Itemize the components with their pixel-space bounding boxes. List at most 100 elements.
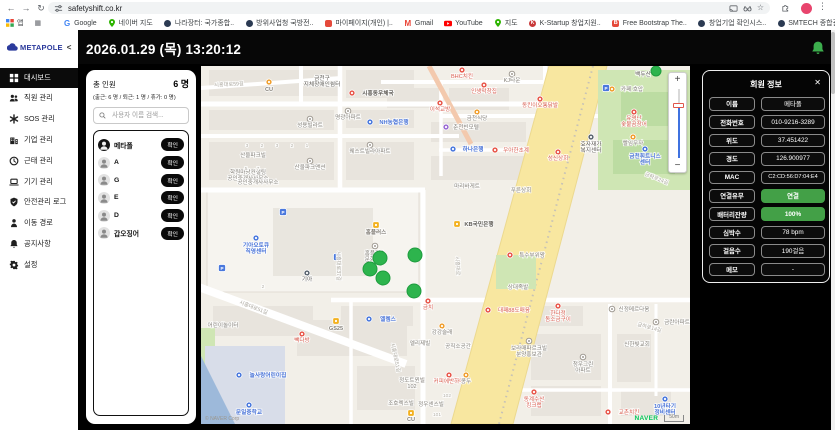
sidebar-item-7[interactable]: 안전관리 로그 (0, 192, 78, 212)
sidebar-item-1[interactable]: 대시보드 (0, 68, 78, 88)
bookmark-item[interactable]: KK-Startup 창업지원.. (529, 18, 601, 28)
confirm-button[interactable]: 확인 (161, 209, 184, 222)
confirm-button[interactable]: 확인 (161, 227, 184, 240)
zoom-in-button[interactable]: + (669, 73, 686, 86)
sidebar-item-3[interactable]: SOS 관리 (0, 109, 78, 129)
user-row[interactable]: G확인 (98, 171, 184, 189)
map-label: 조호렉스빌 (388, 399, 414, 407)
back-icon[interactable]: ← (4, 0, 18, 16)
bookmark-item[interactable]: 나라장터: 국가종합.. (164, 18, 234, 28)
map-label: 2 (261, 143, 264, 149)
worker-marker[interactable] (407, 284, 421, 298)
url-bar[interactable]: safetyshift.co.kr ☆ (48, 2, 770, 14)
user-row[interactable]: 갑오징어확인 (98, 224, 184, 242)
user-name: D (114, 212, 157, 219)
worker-marker[interactable] (651, 66, 661, 76)
field-value: C2:CD:56:D7:04:E4 (761, 171, 825, 185)
browser-toolbar: ← → ↻ safetyshift.co.kr ☆ ⋮ (0, 0, 835, 16)
map-label: 백두산 (635, 70, 651, 78)
member-row: 배터리잔량100% (709, 207, 825, 221)
zoom-slider-handle[interactable] (673, 103, 684, 108)
chrome-menu-icon[interactable]: ⋮ (818, 1, 827, 12)
reading-list-icon[interactable]: ▦ (34, 19, 41, 27)
map[interactable]: CU금천구지체장애인쉼터시흥동우체국명광아파트NH농협은행성용빌라트웨스트빌라아… (201, 66, 690, 424)
sidebar-item-label: 이동 경로 (24, 218, 53, 228)
bookmark-favicon-icon: M (404, 19, 412, 27)
bookmark-item[interactable]: 방위사업청 국방전.. (245, 18, 313, 28)
user-row[interactable]: A확인 (98, 154, 184, 172)
bookmark-favicon-icon (324, 19, 332, 27)
sidebar-collapse-icon[interactable]: < (67, 43, 72, 52)
map-label: 놀사랑어린이집 (250, 371, 287, 379)
scrollbar-thumb[interactable] (831, 32, 835, 94)
confirm-button[interactable]: 확인 (161, 174, 184, 187)
bookmark-star-icon[interactable]: ☆ (757, 2, 764, 14)
profile-avatar[interactable] (801, 3, 812, 14)
extensions-icon[interactable] (781, 3, 790, 12)
sidebar-item-4[interactable]: 기업 관리 (0, 130, 78, 150)
sidebar-item-10[interactable]: 설정 (0, 255, 78, 275)
map-label: CU (265, 87, 273, 93)
worker-marker[interactable] (408, 248, 422, 262)
confirm-button[interactable]: 확인 (161, 156, 184, 169)
bookmark-item[interactable]: 창업기업 확인시스.. (698, 18, 766, 28)
sidebar: 대시보드직원 관리SOS 관리기업 관리근태 관리기기 관리안전관리 로그이동 … (0, 64, 78, 430)
sidebar-item-5[interactable]: 근태 관리 (0, 151, 78, 171)
field-label: 메모 (709, 263, 755, 277)
map-label: 어린이놀이터 (208, 321, 239, 329)
bookmark-item[interactable]: 마이페이지(개인) |.. (324, 18, 392, 28)
map-label: 금란아파트 (664, 318, 690, 326)
bookmark-item[interactable]: GGoogle (63, 18, 97, 28)
cast-icon[interactable] (729, 4, 738, 13)
bookmark-item[interactable]: SMTECH 종합관리.. (777, 18, 835, 28)
confirm-button[interactable]: 확인 (161, 138, 184, 151)
worker-marker[interactable] (373, 251, 387, 265)
map-label: 산울파크빌 (240, 151, 266, 159)
map-label: 하나은행 (463, 145, 484, 153)
close-icon[interactable]: ✕ (814, 78, 821, 87)
site-settings-icon[interactable] (54, 4, 63, 13)
bookmark-item[interactable]: YouTube (444, 18, 483, 28)
member-row: 연결유무연결 (709, 189, 825, 203)
map-label: 상대족발 (508, 283, 529, 291)
total-label: 총 인원 (93, 79, 116, 90)
reading-mode-icon[interactable] (743, 4, 752, 13)
user-row[interactable]: E확인 (98, 189, 184, 207)
confirm-button[interactable]: 확인 (161, 191, 184, 204)
bookmark-item[interactable]: 네이버 지도 (108, 18, 153, 28)
sidebar-item-6[interactable]: 기기 관리 (0, 172, 78, 192)
bookmark-items: GGoogle 네이버 지도 나라장터: 국가종합.. 방위사업청 국방전.. 마이페이… (63, 18, 835, 28)
field-value: 78 bpm (761, 226, 825, 240)
sidebar-item-label: 대시보드 (24, 73, 51, 83)
user-row[interactable]: D 확인 (98, 207, 184, 225)
user-avatar (98, 192, 110, 204)
worker-marker[interactable] (363, 262, 377, 276)
forward-icon[interactable]: → (19, 0, 33, 16)
bookmark-item[interactable]: MGmail (404, 18, 433, 28)
map-label: 홈플러스 (366, 228, 387, 236)
apps-shortcut[interactable]: 앱 (6, 18, 23, 28)
sidebar-item-9[interactable]: 공지사항 (0, 234, 78, 254)
zoom-out-button[interactable]: − (669, 159, 686, 172)
member-row: MACC2:CD:56:D7:04:E4 (709, 171, 825, 185)
sidebar-item-8[interactable]: 이동 경로 (0, 213, 78, 233)
bookmark-favicon-icon (494, 19, 502, 27)
bookmark-favicon-icon (444, 19, 452, 27)
bookmark-item[interactable]: BFree Bootstrap The.. (612, 18, 687, 28)
sidebar-item-label: 기기 관리 (24, 177, 53, 187)
map-label: KJ타운 (504, 76, 521, 84)
reload-icon[interactable]: ↻ (34, 0, 48, 16)
map-label: 동킨이오통닭발 (522, 101, 558, 109)
apps-grid-icon (6, 19, 14, 27)
user-row[interactable]: 메타폴확인 (98, 136, 184, 154)
url-text[interactable]: safetyshift.co.kr (68, 4, 724, 13)
search-input[interactable] (110, 111, 183, 120)
sidebar-item-2[interactable]: 직원 관리 (0, 88, 78, 108)
bookmark-label: 마이페이지(개인) |.. (335, 18, 392, 28)
notification-bell-icon[interactable] (810, 40, 826, 56)
worker-marker[interactable] (376, 271, 390, 285)
field-value: 190걸음 (761, 244, 825, 258)
bookmark-item[interactable]: 지도 (494, 18, 518, 28)
bookmark-label: Google (74, 20, 97, 27)
field-label: 전화번호 (709, 115, 755, 129)
